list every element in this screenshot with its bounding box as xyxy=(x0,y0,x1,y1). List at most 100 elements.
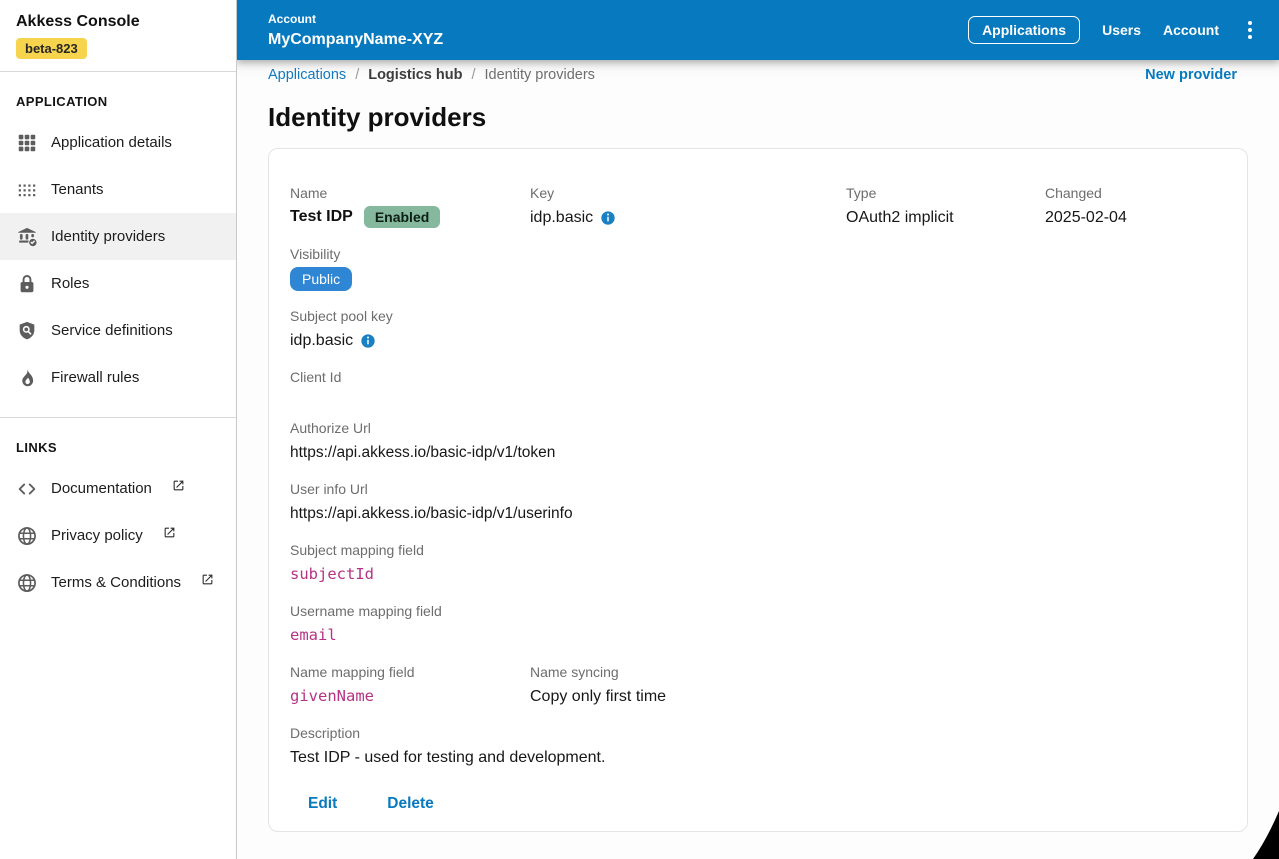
field-visibility: Visibility Public xyxy=(290,244,1226,291)
nav-users-link[interactable]: Users xyxy=(1102,22,1141,38)
sidebar-item-identity-providers[interactable]: Identity providers xyxy=(0,213,236,260)
tenants-grid-icon xyxy=(16,179,38,201)
sidebar-link-privacy-policy[interactable]: Privacy policy xyxy=(0,512,236,559)
field-username-mapping: Username mapping field email xyxy=(290,601,1226,647)
description-value: Test IDP - used for testing and developm… xyxy=(290,749,606,766)
mouse-cursor xyxy=(1253,811,1279,859)
field-client-id: Client Id xyxy=(290,367,1226,403)
sidebar-item-label: Identity providers xyxy=(51,228,166,245)
field-user-info-url: User info Url https://api.akkess.io/basi… xyxy=(290,479,1226,525)
user-info-url: https://api.akkess.io/basic-idp/v1/useri… xyxy=(290,505,573,522)
sidebar-divider xyxy=(0,417,236,418)
nav-applications-button[interactable]: Applications xyxy=(968,16,1081,44)
breadcrumb-logistics-hub[interactable]: Logistics hub xyxy=(368,67,462,83)
sidebar-link-label: Privacy policy xyxy=(51,527,143,544)
breadcrumb: Applications / Logistics hub / Identity … xyxy=(268,67,595,83)
breadcrumb-separator: / xyxy=(471,66,476,83)
identity-bank-icon xyxy=(16,226,38,248)
sidebar-header: Akkess Console beta-823 xyxy=(0,0,236,71)
sidebar-item-roles[interactable]: Roles xyxy=(0,260,236,307)
authorize-url: https://api.akkess.io/basic-idp/v1/token xyxy=(290,444,556,461)
account-name: MyCompanyName-XYZ xyxy=(268,30,444,48)
delete-button[interactable]: Delete xyxy=(387,795,434,813)
flame-icon xyxy=(16,367,38,389)
field-key: Key idp.basic xyxy=(530,183,846,229)
username-mapping-field: email xyxy=(290,626,337,644)
code-icon xyxy=(16,478,38,500)
external-link-icon xyxy=(172,479,185,492)
globe-icon xyxy=(16,572,38,594)
field-authorize-url: Authorize Url https://api.akkess.io/basi… xyxy=(290,418,1226,464)
sidebar-section-links: LINKS xyxy=(16,440,57,455)
field-subject-pool-key: Subject pool key idp.basic xyxy=(290,306,1226,352)
field-subject-mapping: Subject mapping field subjectId xyxy=(290,540,1226,586)
account-block: Account MyCompanyName-XYZ xyxy=(268,12,443,49)
breadcrumb-applications[interactable]: Applications xyxy=(268,67,346,83)
sidebar-link-label: Terms & Conditions xyxy=(51,574,182,591)
sidebar-link-terms-conditions[interactable]: Terms & Conditions xyxy=(0,559,236,606)
field-label: Subject pool key xyxy=(290,308,393,324)
field-label: Visibility xyxy=(290,246,341,262)
sidebar-item-tenants[interactable]: Tenants xyxy=(0,166,236,213)
sidebar-item-label: Service definitions xyxy=(51,322,173,339)
sidebar-link-documentation[interactable]: Documentation xyxy=(0,465,236,512)
lock-icon xyxy=(16,273,38,295)
field-label: Authorize Url xyxy=(290,420,371,436)
field-label: Description xyxy=(290,725,361,741)
field-changed: Changed 2025-02-04 xyxy=(1045,183,1226,229)
shield-search-icon xyxy=(16,320,38,342)
sidebar-item-label: Roles xyxy=(51,275,90,292)
page-title: Identity providers xyxy=(268,102,487,132)
sidebar: Akkess Console beta-823 APPLICATION Appl… xyxy=(0,0,237,859)
field-label: Changed xyxy=(1045,185,1102,201)
card-actions: Edit Delete xyxy=(308,795,1226,813)
field-label: Client Id xyxy=(290,369,342,385)
globe-icon xyxy=(16,525,38,547)
sidebar-item-label: Application details xyxy=(51,134,172,151)
field-name: Name Test IDP Enabled xyxy=(290,183,530,229)
sidebar-item-service-definitions[interactable]: Service definitions xyxy=(0,307,236,354)
sidebar-divider xyxy=(0,71,236,72)
visibility-badge: Public xyxy=(290,267,353,291)
identity-provider-card: Name Test IDP Enabled Key idp.basic Type… xyxy=(268,148,1248,832)
info-icon[interactable] xyxy=(360,333,376,349)
client-id-empty-value xyxy=(290,390,1226,403)
top-nav: Applications Users Account xyxy=(968,16,1259,44)
provider-type: OAuth2 implicit xyxy=(846,209,954,226)
field-label: Name syncing xyxy=(530,664,619,680)
enabled-status-badge: Enabled xyxy=(363,206,441,228)
field-label: Name xyxy=(290,185,328,201)
sidebar-link-label: Documentation xyxy=(51,480,152,497)
field-label: Type xyxy=(846,185,877,201)
sidebar-item-label: Firewall rules xyxy=(51,369,140,386)
edit-button[interactable]: Edit xyxy=(308,795,337,813)
top-bar: Account MyCompanyName-XYZ Applications U… xyxy=(237,0,1279,60)
nav-account-link[interactable]: Account xyxy=(1163,22,1219,38)
field-name-syncing: Name syncing Copy only first time xyxy=(530,662,846,708)
app-grid-icon xyxy=(16,132,38,154)
sidebar-item-application-details[interactable]: Application details xyxy=(0,119,236,166)
name-syncing-value: Copy only first time xyxy=(530,688,667,705)
field-description: Description Test IDP - used for testing … xyxy=(290,723,1226,769)
provider-changed: 2025-02-04 xyxy=(1045,209,1127,226)
overflow-menu-icon[interactable] xyxy=(1241,19,1259,41)
sidebar-item-firewall-rules[interactable]: Firewall rules xyxy=(0,354,236,401)
breadcrumb-identity-providers: Identity providers xyxy=(484,66,595,83)
name-mapping-field: givenName xyxy=(290,687,374,705)
field-label: Key xyxy=(530,185,555,201)
environment-badge: beta-823 xyxy=(16,38,87,59)
info-icon[interactable] xyxy=(600,210,616,226)
new-provider-link[interactable]: New provider xyxy=(1145,67,1237,83)
sidebar-section-application: APPLICATION xyxy=(16,94,108,109)
external-link-icon xyxy=(163,526,176,539)
field-name-mapping: Name mapping field givenName xyxy=(290,662,530,708)
field-type: Type OAuth2 implicit xyxy=(846,183,1045,229)
field-label: Name mapping field xyxy=(290,664,415,680)
field-label: Username mapping field xyxy=(290,603,442,619)
field-label: Subject mapping field xyxy=(290,542,424,558)
breadcrumb-row: Applications / Logistics hub / Identity … xyxy=(237,60,1279,85)
breadcrumb-separator: / xyxy=(355,66,360,83)
sidebar-item-label: Tenants xyxy=(51,181,104,198)
provider-key: idp.basic xyxy=(530,209,594,226)
provider-name: Test IDP xyxy=(290,208,353,225)
